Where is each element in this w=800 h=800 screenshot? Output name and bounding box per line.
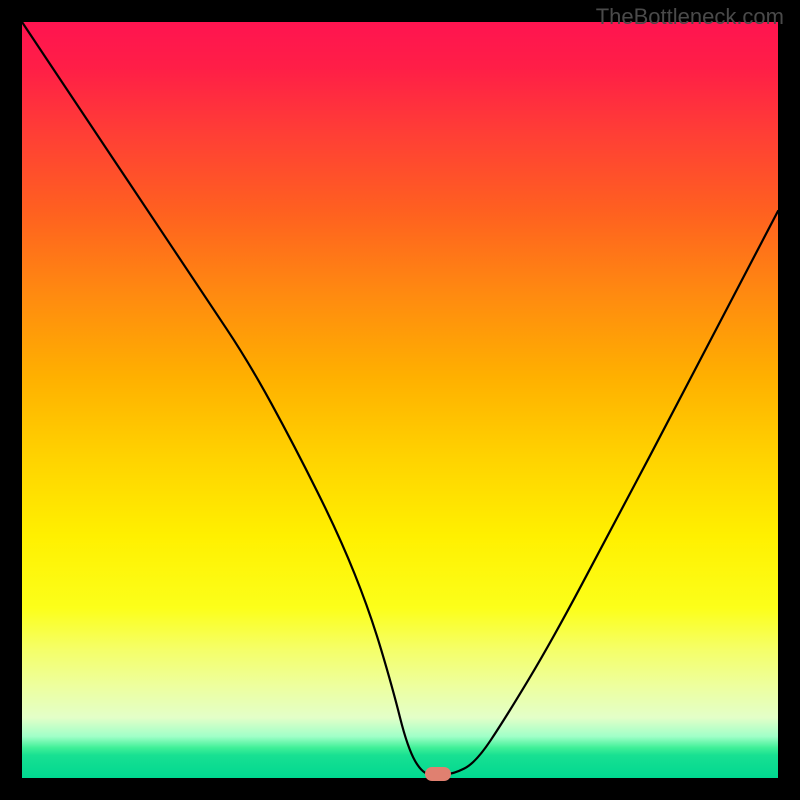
- chart-plot-area: [22, 22, 778, 778]
- optimal-point-marker: [425, 767, 451, 781]
- bottleneck-curve: [22, 22, 778, 778]
- watermark-text: TheBottleneck.com: [596, 4, 784, 30]
